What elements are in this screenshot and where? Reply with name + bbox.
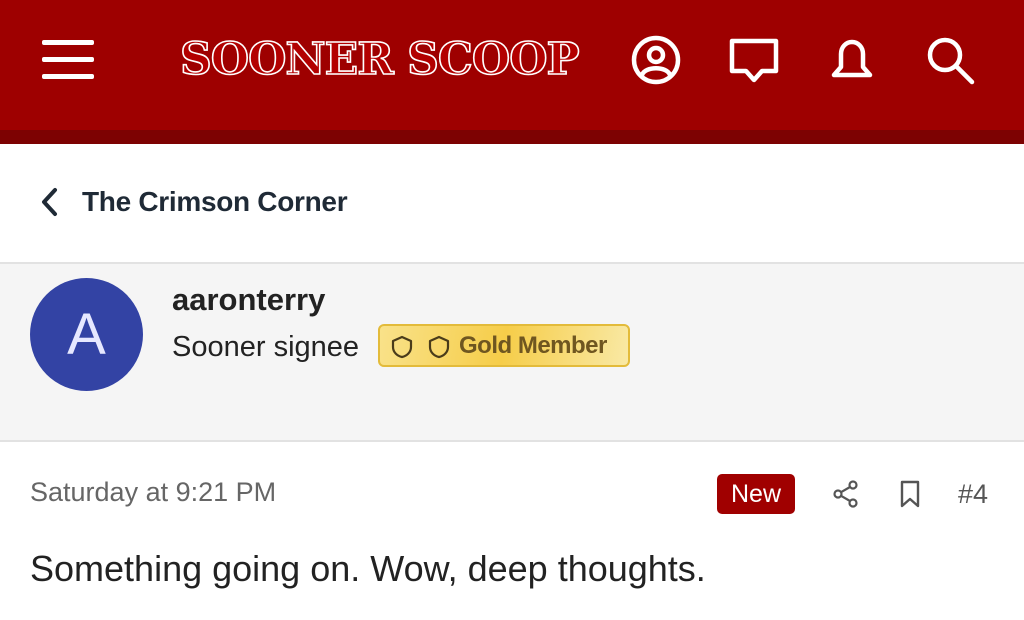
menu-icon[interactable] [42, 40, 94, 80]
alerts-icon[interactable] [824, 32, 880, 88]
messages-icon[interactable] [726, 32, 782, 88]
bookmark-icon[interactable] [894, 478, 926, 510]
top-bar-shadow [0, 130, 1024, 144]
user-title: Sooner signee [172, 331, 360, 363]
new-badge: New [717, 474, 795, 514]
post-body: Something going on. Wow, deep thoughts. [30, 548, 706, 589]
post-date[interactable]: Saturday at 9:21 PM [30, 474, 276, 510]
shield-icon [391, 335, 413, 359]
membership-label: Gold Member [459, 332, 607, 359]
gold-member-badge: Gold Member [378, 324, 630, 367]
forum-title[interactable]: The Crimson Corner [82, 184, 348, 220]
share-icon[interactable] [830, 478, 862, 510]
username[interactable]: aaronterry [172, 282, 325, 318]
account-icon[interactable] [628, 32, 684, 88]
shield-icon [428, 335, 450, 359]
site-logo[interactable]: SOONER SCOOP [179, 30, 580, 90]
back-chevron-icon[interactable] [38, 186, 62, 218]
post-number[interactable]: #4 [958, 476, 988, 512]
search-icon[interactable] [922, 32, 978, 88]
avatar[interactable]: A [30, 278, 143, 391]
